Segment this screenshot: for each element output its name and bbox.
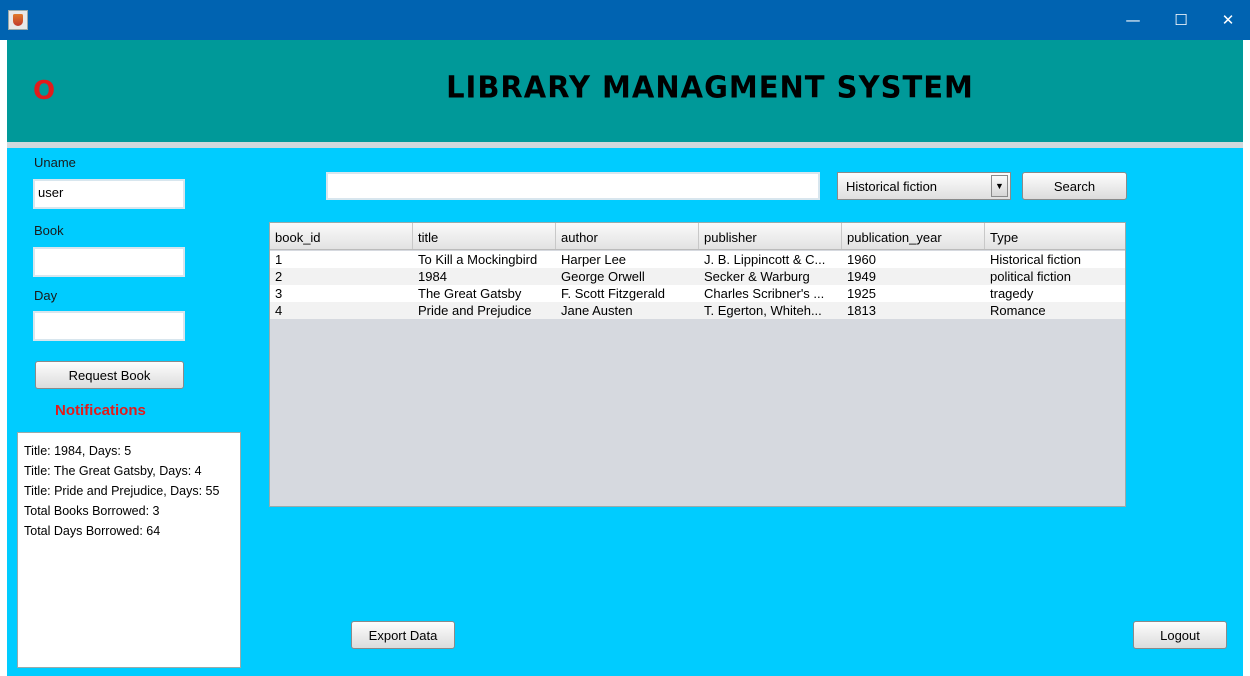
column-header-publisher[interactable]: publisher <box>699 223 842 249</box>
search-button[interactable]: Search <box>1022 172 1127 200</box>
chevron-down-icon[interactable]: ▼ <box>991 175 1008 197</box>
table-cell: Pride and Prejudice <box>418 303 532 318</box>
table-cell: The Great Gatsby <box>418 286 522 301</box>
table-cell: J. B. Lippincott & C... <box>704 252 826 267</box>
table-cell: Historical fiction <box>990 252 1082 267</box>
table-cell: tragedy <box>990 286 1034 301</box>
type-select[interactable]: Historical fiction ▼ <box>837 172 1011 200</box>
column-header-type[interactable]: Type <box>985 223 1125 249</box>
table-cell: Harper Lee <box>561 252 627 267</box>
book-label: Book <box>34 223 64 238</box>
table-cell: 1960 <box>847 252 876 267</box>
notifications-panel: Title: 1984, Days: 5 Title: The Great Ga… <box>17 432 241 668</box>
column-header-publication-year[interactable]: publication_year <box>842 223 985 249</box>
table-cell: Jane Austen <box>561 303 633 318</box>
column-header-book-id[interactable]: book_id <box>270 223 413 249</box>
table-cell: 4 <box>275 303 283 318</box>
app-title: LIBRARY MANAGMENT SYSTEM <box>446 69 974 105</box>
notification-line: Total Days Borrowed: 64 <box>24 524 161 538</box>
table-cell: 3 <box>275 286 283 301</box>
logout-button[interactable]: Logout <box>1133 621 1227 649</box>
notifications-title: Notifications <box>55 402 146 419</box>
notification-line: Title: The Great Gatsby, Days: 4 <box>24 464 202 478</box>
table-row[interactable]: 1 To Kill a Mockingbird Harper Lee J. B.… <box>270 251 1125 268</box>
book-field[interactable] <box>33 247 185 277</box>
java-app-icon <box>8 10 28 30</box>
table-cell: 2 <box>275 269 283 284</box>
table-cell: To Kill a Mockingbird <box>418 252 538 267</box>
table-cell: Charles Scribner's ... <box>704 286 825 301</box>
table-cell: T. Egerton, Whiteh... <box>704 303 822 318</box>
uname-label: Uname <box>34 155 76 170</box>
column-header-author[interactable]: author <box>556 223 699 249</box>
table-cell: 1925 <box>847 286 876 301</box>
notification-line: Total Books Borrowed: 3 <box>24 504 160 518</box>
books-table: book_id title author publisher publicati… <box>269 222 1126 507</box>
search-input[interactable] <box>326 172 820 200</box>
maximize-button[interactable]: ☐ <box>1158 0 1204 40</box>
type-select-value: Historical fiction <box>846 179 938 194</box>
table-cell: 1813 <box>847 303 876 318</box>
day-field[interactable] <box>33 311 185 341</box>
table-cell: 1984 <box>418 269 447 284</box>
table-cell: Secker & Warburg <box>704 269 810 284</box>
table-cell: F. Scott Fitzgerald <box>561 286 666 301</box>
minimize-button[interactable]: — <box>1110 0 1156 40</box>
table-cell: George Orwell <box>561 269 645 284</box>
notification-line: Title: 1984, Days: 5 <box>24 444 132 458</box>
day-label: Day <box>34 288 58 303</box>
table-row[interactable]: 4 Pride and Prejudice Jane Austen T. Ege… <box>270 302 1125 319</box>
logo: O <box>33 76 56 106</box>
table-header: book_id title author publisher publicati… <box>270 223 1125 250</box>
table-row[interactable]: 2 1984 George Orwell Secker & Warburg 19… <box>270 268 1125 285</box>
close-button[interactable]: ✕ <box>1205 0 1250 40</box>
export-data-button[interactable]: Export Data <box>351 621 455 649</box>
window-titlebar <box>0 0 1250 40</box>
column-header-title[interactable]: title <box>413 223 556 249</box>
table-cell: 1 <box>275 252 283 267</box>
table-row[interactable]: 3 The Great Gatsby F. Scott Fitzgerald C… <box>270 285 1125 302</box>
table-cell: Romance <box>990 303 1046 318</box>
notification-line: Title: Pride and Prejudice, Days: 55 <box>24 484 220 498</box>
table-cell: 1949 <box>847 269 876 284</box>
uname-field[interactable]: user <box>33 179 185 209</box>
request-book-button[interactable]: Request Book <box>35 361 184 389</box>
table-cell: political fiction <box>990 269 1071 284</box>
